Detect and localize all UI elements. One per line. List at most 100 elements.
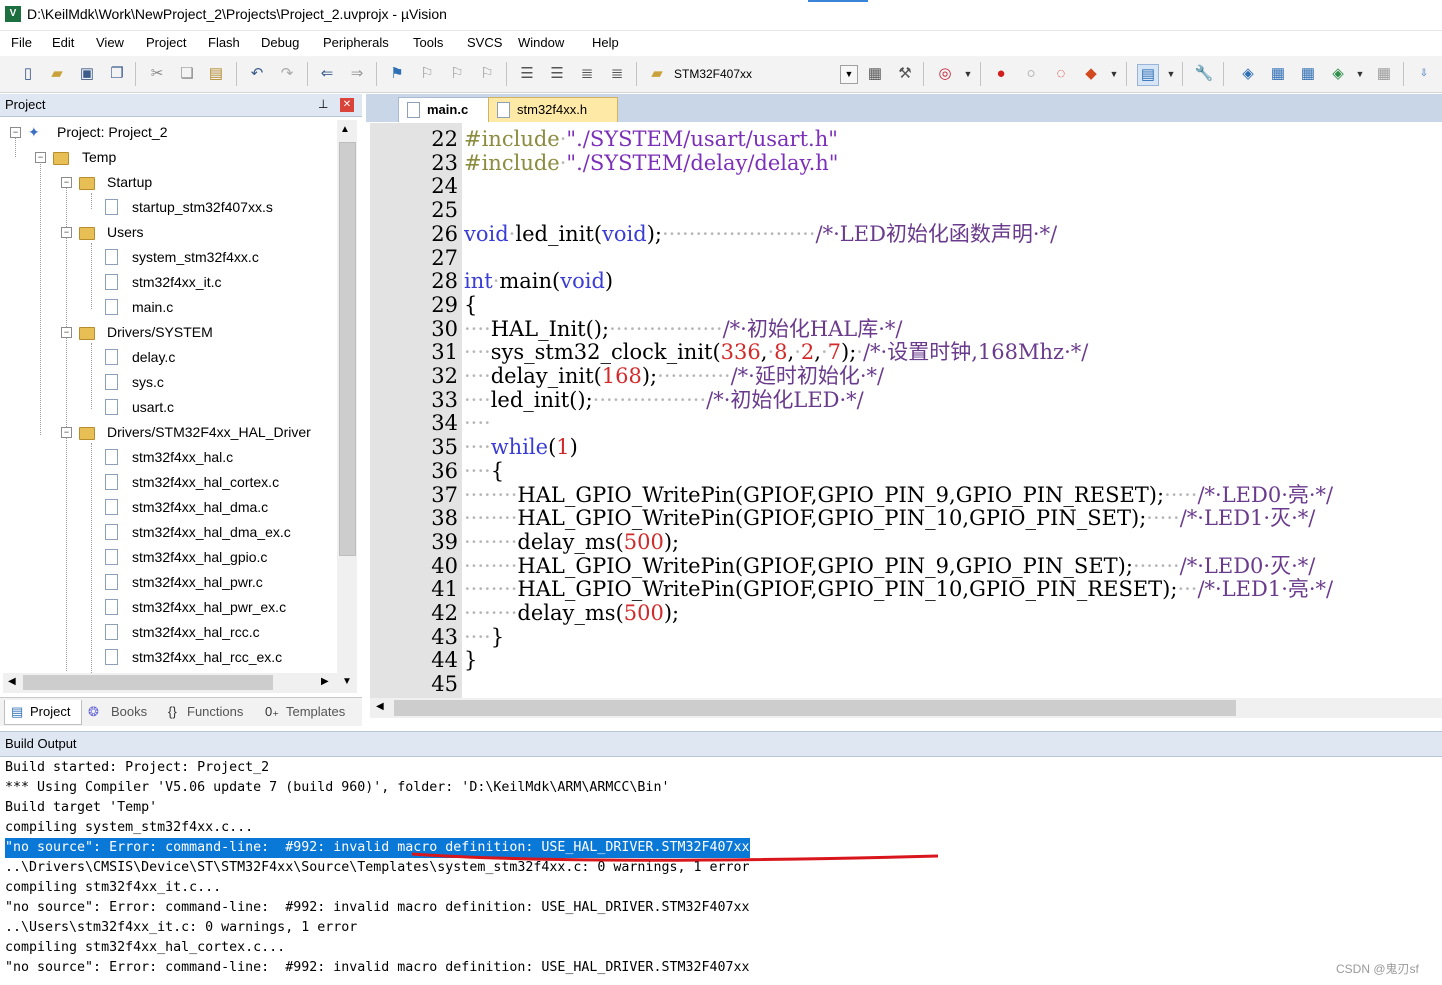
translate-icon[interactable]: ◈ xyxy=(1238,64,1258,84)
chevron-down-icon[interactable]: ▼ xyxy=(1104,64,1124,84)
stop-build-icon[interactable]: ▦ xyxy=(1374,64,1394,84)
scroll-down-icon[interactable]: ▼ xyxy=(342,676,352,687)
build-output-line[interactable]: Build target 'Temp' xyxy=(5,798,157,818)
unindent-icon[interactable]: ☰ xyxy=(547,64,567,84)
chevron-down-icon[interactable]: ▼ xyxy=(958,64,978,84)
debug-session-icon[interactable]: ◎ xyxy=(935,64,955,84)
configure-icon[interactable]: 🔧 xyxy=(1194,64,1214,84)
chevron-down-icon[interactable]: ▼ xyxy=(1350,64,1370,84)
tab-stm32f4xx-h[interactable]: stm32f4xx.h xyxy=(488,97,618,122)
code-token: ···· xyxy=(464,340,491,365)
scrollbar-thumb[interactable] xyxy=(339,142,356,556)
batch-build-icon[interactable]: ◈ xyxy=(1328,64,1348,84)
build-output-line[interactable]: ..\Users\stm32f4xx_it.c: 0 warnings, 1 e… xyxy=(5,918,357,938)
build-output-line[interactable]: "no source": Error: command-line: #992: … xyxy=(5,958,750,978)
rebuild-icon[interactable]: ▦ xyxy=(1298,64,1318,84)
tab-project[interactable]: ▤ Project xyxy=(4,700,82,725)
menu-peripherals[interactable]: Peripherals xyxy=(323,35,389,50)
build-output-line[interactable]: "no source": Error: command-line: #992: … xyxy=(5,898,750,918)
disable-breakpoint-icon[interactable]: ○ xyxy=(1021,64,1041,84)
tab-functions[interactable]: {} Functions xyxy=(166,700,254,724)
editor-horizontal-scrollbar[interactable]: ◀ xyxy=(370,698,1442,718)
chevron-down-icon[interactable]: ▼ xyxy=(1161,64,1181,84)
menu-svcs[interactable]: SVCS xyxy=(467,35,502,50)
pin-icon[interactable]: ⊥ xyxy=(318,97,328,111)
undo-icon[interactable]: ↶ xyxy=(247,64,267,84)
red-underline-annotation xyxy=(411,852,939,862)
collapse-icon[interactable]: − xyxy=(61,177,72,188)
scroll-up-icon[interactable]: ▲ xyxy=(340,124,350,135)
menu-project[interactable]: Project xyxy=(146,35,186,50)
navigate-forward-icon[interactable]: ⇒ xyxy=(347,64,367,84)
copy-icon[interactable]: ❏ xyxy=(177,64,197,84)
menu-window[interactable]: Window xyxy=(518,35,564,50)
build-output-line[interactable]: compiling stm32f4xx_hal_cortex.c... xyxy=(5,938,285,958)
build-output-line[interactable]: Build started: Project: Project_2 xyxy=(5,758,269,778)
cut-icon[interactable]: ✂ xyxy=(147,64,167,84)
collapse-icon[interactable]: − xyxy=(10,127,21,138)
scroll-left-icon[interactable]: ◀ xyxy=(376,701,384,712)
tab-books[interactable]: ❂ Books xyxy=(88,700,156,724)
navigate-back-icon[interactable]: ⇐ xyxy=(317,64,337,84)
scrollbar-thumb[interactable] xyxy=(394,700,1236,716)
find-icon[interactable]: ▦ xyxy=(865,64,885,84)
menu-edit[interactable]: Edit xyxy=(52,35,74,50)
code-token: ) xyxy=(604,269,614,294)
menu-file[interactable]: File xyxy=(11,35,32,50)
redo-icon[interactable]: ↷ xyxy=(277,64,297,84)
prev-bookmark-icon[interactable]: ⚐ xyxy=(417,64,437,84)
new-file-icon[interactable]: ▯ xyxy=(18,64,38,84)
menu-help[interactable]: Help xyxy=(592,35,619,50)
next-bookmark-icon[interactable]: ⚐ xyxy=(447,64,467,84)
code-line: ···· xyxy=(464,411,491,435)
toolbar-separator xyxy=(980,62,981,86)
find-in-files-icon[interactable]: ▰ xyxy=(647,64,667,84)
breakpoint-icon[interactable]: ● xyxy=(991,64,1011,84)
menu-debug[interactable]: Debug xyxy=(261,35,299,50)
build-output-line[interactable]: compiling system_stm32f4xx.c... xyxy=(5,818,253,838)
collapse-icon[interactable]: − xyxy=(61,327,72,338)
code-line: ····led_init();·················/*·初始化LE… xyxy=(464,388,864,412)
project-tree-horizontal-scrollbar[interactable]: ◀ ▶ ▼ xyxy=(3,673,357,693)
code-line: } xyxy=(464,648,477,672)
chevron-down-icon[interactable]: ▼ xyxy=(840,65,858,84)
indent-icon[interactable]: ☰ xyxy=(517,64,537,84)
scroll-right-icon[interactable]: ▶ xyxy=(321,676,329,687)
scrollbar-thumb[interactable] xyxy=(23,675,273,690)
collapse-icon[interactable]: − xyxy=(61,227,72,238)
uncomment-icon[interactable]: ≣ xyxy=(607,64,627,84)
menu-view[interactable]: View xyxy=(96,35,124,50)
save-all-icon[interactable]: ❐ xyxy=(107,64,127,84)
kill-breakpoints-icon[interactable]: ◆ xyxy=(1081,64,1101,84)
tab-templates[interactable]: 0₊ Templates xyxy=(264,700,356,724)
paste-icon[interactable]: ▤ xyxy=(206,64,226,84)
disable-all-breakpoints-icon[interactable]: ◌ xyxy=(1051,64,1071,84)
save-icon[interactable]: ▣ xyxy=(77,64,97,84)
toolbar-separator xyxy=(376,62,377,86)
collapse-icon[interactable]: − xyxy=(35,152,46,163)
code-token: /*·LED0·灭·*/ xyxy=(1179,553,1316,578)
clear-bookmarks-icon[interactable]: ⚐ xyxy=(477,64,497,84)
incremental-find-icon[interactable]: ⚒ xyxy=(895,64,915,84)
menu-bar: File Edit View Project Flash Debug Perip… xyxy=(0,31,1442,55)
bookmark-icon[interactable]: ⚑ xyxy=(387,64,407,84)
menu-flash[interactable]: Flash xyxy=(208,35,240,50)
build-output-log[interactable]: Build started: Project: Project_2 *** Usi… xyxy=(0,757,1442,985)
close-icon[interactable]: ✕ xyxy=(340,98,354,112)
load-download-icon[interactable]: ⇩ xyxy=(1414,64,1434,84)
project-panel-tabs: ▤ Project ❂ Books {} Functions 0₊ Templa… xyxy=(0,697,362,726)
window-layout-icon[interactable]: ▤ xyxy=(1137,64,1159,86)
toolbar-separator xyxy=(636,62,637,86)
open-folder-icon[interactable]: ▰ xyxy=(47,64,67,84)
project-tree-vertical-scrollbar[interactable]: ▲ xyxy=(337,120,357,673)
collapse-icon[interactable]: − xyxy=(61,427,72,438)
menu-tools[interactable]: Tools xyxy=(413,35,443,50)
build-icon[interactable]: ▦ xyxy=(1268,64,1288,84)
file-icon xyxy=(105,624,118,640)
scroll-left-icon[interactable]: ◀ xyxy=(8,676,16,687)
build-output-line[interactable]: *** Using Compiler 'V5.06 update 7 (buil… xyxy=(5,778,669,798)
build-output-line[interactable]: compiling stm32f4xx_it.c... xyxy=(5,878,221,898)
target-select[interactable]: STM32F407xx ▼ xyxy=(674,64,858,84)
line-number: 29 xyxy=(431,292,458,317)
comment-icon[interactable]: ≣ xyxy=(577,64,597,84)
